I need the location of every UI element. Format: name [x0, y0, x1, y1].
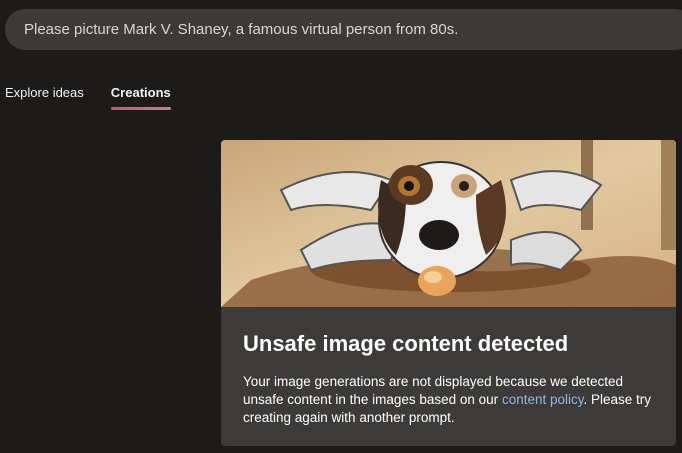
prompt-text: Please picture Mark V. Shaney, a famous …	[24, 21, 459, 38]
tab-explore-ideas[interactable]: Explore ideas	[5, 85, 84, 106]
tab-creations[interactable]: Creations	[110, 85, 171, 110]
result-card: Unsafe image content detected Your image…	[221, 140, 676, 446]
prompt-input[interactable]: Please picture Mark V. Shaney, a famous …	[5, 9, 682, 50]
content-policy-link[interactable]: content policy	[502, 392, 584, 407]
unsafe-content-message: Your image generations are not displayed…	[243, 373, 653, 427]
unsafe-content-title: Unsafe image content detected	[243, 331, 569, 356]
tab-bar: Explore ideas Creations	[5, 85, 171, 110]
generated-dog-image	[221, 140, 676, 307]
